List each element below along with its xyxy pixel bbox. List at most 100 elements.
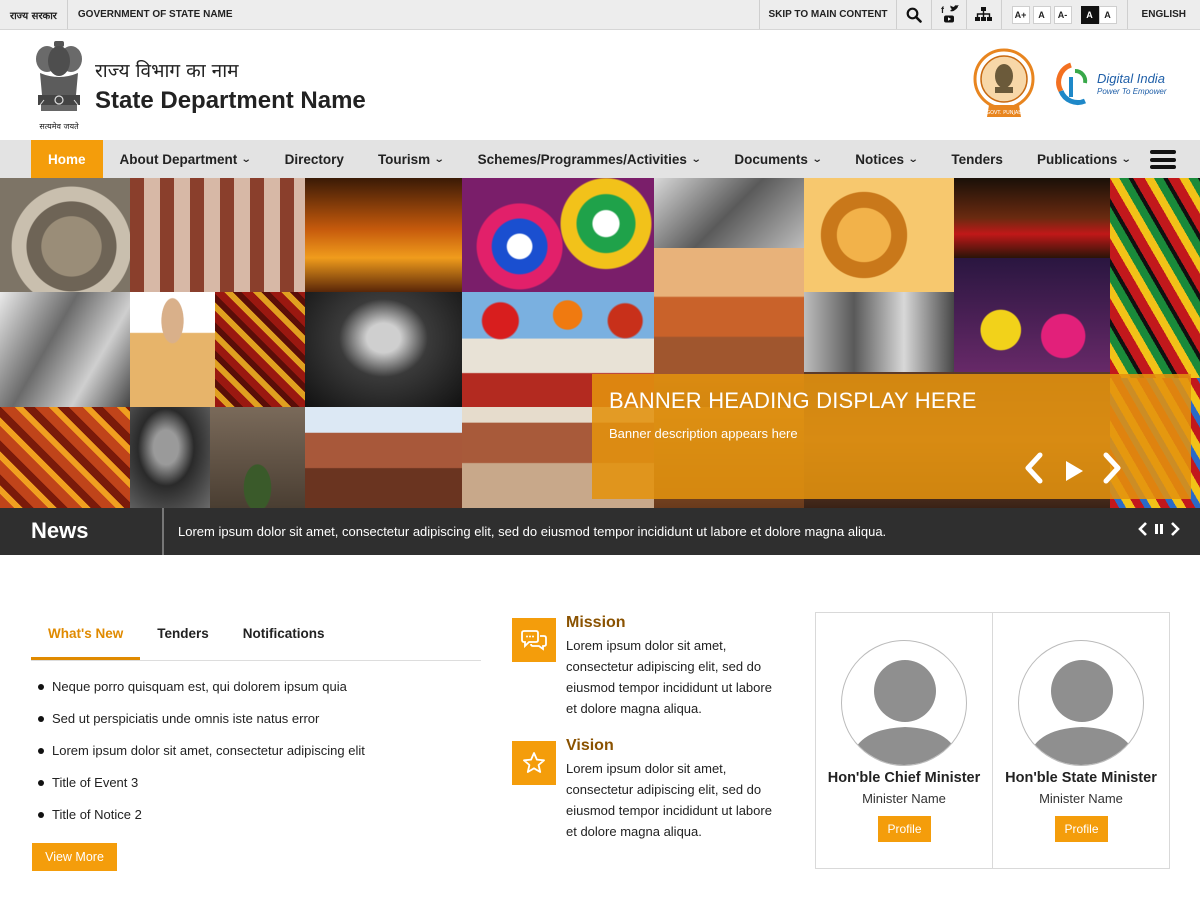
digital-india-tagline: Power To Empower: [1097, 87, 1167, 96]
vision-title: Vision: [566, 737, 614, 754]
minister-name: Minister Name: [862, 791, 946, 806]
digital-india-logo[interactable]: Digital India Power To Empower: [1055, 61, 1173, 109]
banner-caption-panel: BANNER HEADING DISPLAY HERE Banner descr…: [592, 374, 1191, 499]
normal-contrast-button[interactable]: A: [1098, 5, 1117, 24]
font-normal-button[interactable]: A: [1032, 5, 1051, 24]
nav-item-documents[interactable]: Documents ⌄: [717, 140, 838, 178]
mission-text: Lorem ipsum dolor sit amet, consectetur …: [566, 638, 772, 716]
banner-photo-mandala: [0, 178, 130, 292]
vision-text: Lorem ipsum dolor sit amet, consectetur …: [566, 761, 772, 839]
avatar: [841, 640, 967, 766]
banner-photo-temple: [305, 407, 462, 508]
list-item[interactable]: Title of Notice 2: [38, 807, 365, 839]
view-more-button[interactable]: View More: [32, 843, 117, 871]
font-increase-button[interactable]: A+: [1011, 5, 1030, 24]
minister-name: Minister Name: [1039, 791, 1123, 806]
top-utility-bar: राज्य सरकार GOVERNMENT OF STATE NAME SKI…: [0, 0, 1200, 30]
hamburger-menu-icon[interactable]: [1150, 150, 1176, 169]
banner-photo-archway: [210, 407, 305, 508]
banner-play-icon[interactable]: [1064, 458, 1084, 489]
chevron-down-icon: ⌄: [433, 153, 445, 165]
nav-item-tenders[interactable]: Tenders: [934, 140, 1020, 178]
minister-role: Hon'ble Chief Minister: [827, 770, 981, 786]
news-ticker-controls: [1138, 522, 1180, 541]
banner-next-icon[interactable]: [1100, 452, 1124, 491]
chat-bubbles-icon: [512, 618, 556, 662]
list-item[interactable]: Title of Event 3: [38, 775, 365, 807]
nav-item-directory[interactable]: Directory: [268, 140, 361, 178]
nav-item-about-department[interactable]: About Department ⌄: [103, 140, 268, 178]
banner-photo-woman-bw: [130, 407, 210, 508]
sitemap-icon[interactable]: [967, 0, 1001, 29]
seal-caption: GOVT. PUNJAB: [986, 110, 1022, 116]
skip-to-main-link[interactable]: SKIP TO MAIN CONTENT: [760, 0, 895, 29]
nav-item-home[interactable]: Home: [31, 140, 103, 178]
banner-photo-embroidery: [462, 178, 654, 292]
gov-hindi-label: राज्य सरकार: [10, 10, 57, 22]
twitter-icon[interactable]: [950, 4, 960, 15]
language-switch[interactable]: ENGLISH: [1128, 0, 1200, 29]
department-name-hindi: राज्य विभाग का नाम: [95, 60, 239, 82]
news-ticker: News Lorem ipsum dolor sit amet, consect…: [0, 508, 1200, 555]
banner-photo-leader: [130, 292, 215, 407]
updates-tabs: What's New Tenders Notifications: [31, 610, 481, 661]
banner-description: Banner description appears here: [609, 426, 798, 441]
banner-photo-sticks: [1110, 178, 1200, 378]
banner-photo-dancers: [305, 178, 462, 292]
banner-photo-mirror-work: [215, 292, 305, 407]
nav-item-tourism[interactable]: Tourism ⌄: [361, 140, 461, 178]
banner-photo-colonnade: [130, 178, 305, 292]
list-item[interactable]: Neque porro quisquam est, qui dolorem ip…: [38, 679, 365, 711]
list-item[interactable]: Sed ut perspiciatis unde omnis iste natu…: [38, 711, 365, 743]
emblem-caption: सत्यमेव जयते: [39, 121, 79, 131]
banner-photo-textile: [0, 407, 130, 508]
tab-tenders[interactable]: Tenders: [140, 610, 226, 660]
font-decrease-button[interactable]: A-: [1053, 5, 1072, 24]
search-icon[interactable]: [897, 0, 931, 29]
news-ticker-text[interactable]: Lorem ipsum dolor sit amet, consectetur …: [178, 524, 886, 539]
banner-photo-dance-stage: [954, 178, 1110, 258]
digital-india-title: Digital India: [1097, 71, 1165, 86]
minister-role: Hon'ble State Minister: [1005, 770, 1157, 786]
chevron-down-icon: ⌄: [241, 153, 252, 165]
font-size-controls: A+ A A- A A: [1002, 0, 1127, 29]
chevron-down-icon: ⌄: [811, 153, 823, 165]
list-item[interactable]: Lorem ipsum dolor sit amet, consectetur …: [38, 743, 365, 775]
avatar: [1018, 640, 1144, 766]
nav-item-schemes[interactable]: Schemes/Programmes/Activities ⌄: [461, 140, 718, 178]
banner-photo-folk-dancers: [954, 258, 1110, 378]
minister-card: Hon'ble Chief Minister Minister Name Pro…: [815, 612, 993, 869]
ticker-prev-icon[interactable]: [1138, 522, 1148, 541]
national-emblem-logo[interactable]: सत्यमेव जयते: [30, 39, 88, 133]
profile-button[interactable]: Profile: [878, 816, 931, 842]
ticker-pause-icon[interactable]: [1154, 522, 1164, 541]
star-icon: [512, 741, 556, 785]
banner-photo-snacks: [804, 178, 954, 292]
chevron-down-icon: ⌄: [690, 153, 702, 165]
tab-whats-new[interactable]: What's New: [31, 610, 141, 660]
banner-photo-dance-bw: [305, 292, 462, 407]
banner-photo-crowd-bw: [654, 178, 804, 248]
tab-notifications[interactable]: Notifications: [226, 610, 342, 660]
nav-item-notices[interactable]: Notices ⌄: [838, 140, 934, 178]
chevron-down-icon: ⌄: [1120, 153, 1132, 165]
banner-photo-workers-bw: [0, 292, 130, 407]
news-label: News: [0, 508, 164, 555]
state-seal-logo[interactable]: GOVT. PUNJAB: [973, 43, 1035, 123]
minister-card: Hon'ble State Minister Minister Name Pro…: [992, 612, 1170, 869]
gov-name-label: GOVERNMENT OF STATE NAME: [77, 9, 233, 20]
banner-prev-icon[interactable]: [1022, 452, 1046, 491]
site-header: सत्यमेव जयते राज्य विभाग का नाम State De…: [0, 31, 1200, 140]
profile-button[interactable]: Profile: [1055, 816, 1108, 842]
whats-new-list: Neque porro quisquam est, qui dolorem ip…: [38, 679, 365, 839]
high-contrast-button[interactable]: A: [1080, 5, 1099, 24]
chevron-down-icon: ⌄: [907, 153, 919, 165]
nav-item-publications[interactable]: Publications ⌄: [1020, 140, 1148, 178]
ticker-next-icon[interactable]: [1170, 522, 1180, 541]
hero-banner: BANNER HEADING DISPLAY HERE Banner descr…: [0, 178, 1200, 508]
department-name: State Department Name: [95, 87, 366, 114]
facebook-icon[interactable]: f: [941, 5, 944, 15]
youtube-icon[interactable]: [943, 15, 954, 25]
social-links: f: [932, 0, 966, 29]
banner-photo-women-bw: [804, 292, 954, 372]
